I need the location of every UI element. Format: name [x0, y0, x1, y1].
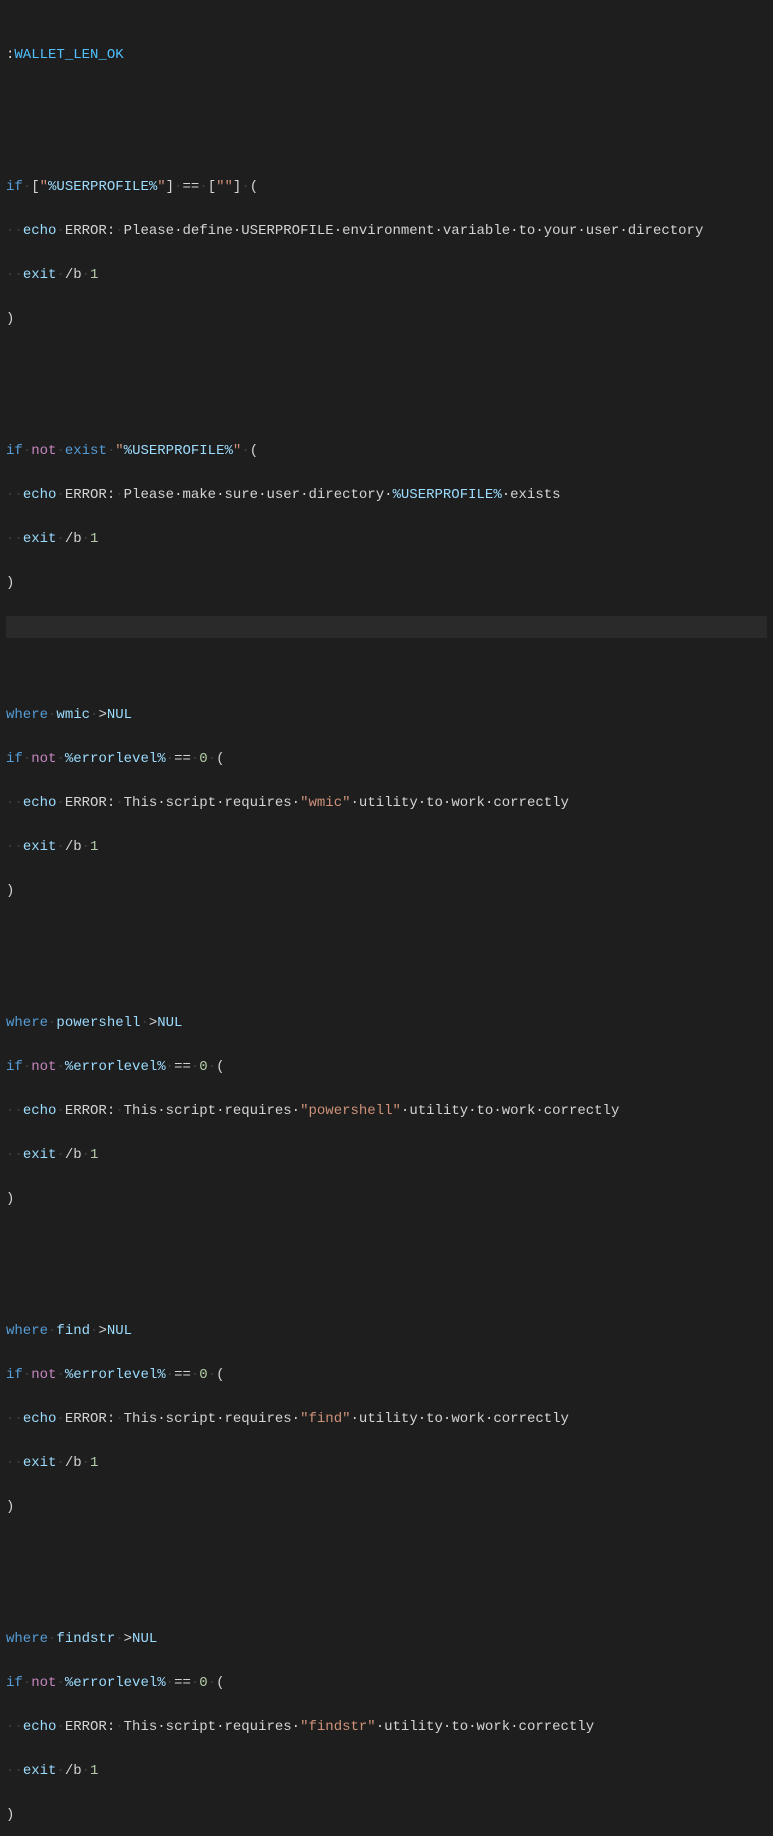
blank-line[interactable] — [6, 1232, 767, 1254]
code-line[interactable]: ··exit·/b·1 — [6, 1760, 767, 1782]
blank-line[interactable] — [6, 88, 767, 110]
code-line[interactable]: ··echo·ERROR:·Please·make·sure·user·dire… — [6, 484, 767, 506]
blank-line[interactable] — [6, 616, 767, 638]
code-line[interactable]: ) — [6, 1188, 767, 1210]
if-keyword: if — [6, 179, 23, 195]
code-line[interactable]: ··echo·ERROR:·This·script·requires·"find… — [6, 1408, 767, 1430]
code-line[interactable]: :WALLET_LEN_OK — [6, 44, 767, 66]
code-line[interactable]: if·["%USERPROFILE%"]·==·[""]·( — [6, 176, 767, 198]
code-line[interactable]: ··exit·/b·1 — [6, 264, 767, 286]
code-line[interactable]: if·not·exist·"%USERPROFILE%"·( — [6, 440, 767, 462]
code-line[interactable]: ) — [6, 572, 767, 594]
code-line[interactable]: ··echo·ERROR:·Please·define·USERPROFILE·… — [6, 220, 767, 242]
code-line[interactable]: ··echo·ERROR:·This·script·requires·"find… — [6, 1716, 767, 1738]
code-line[interactable]: where·findstr·>NUL — [6, 1628, 767, 1650]
code-line[interactable]: ··exit·/b·1 — [6, 1452, 767, 1474]
code-line[interactable]: ··exit·/b·1 — [6, 1144, 767, 1166]
code-line[interactable]: ) — [6, 1804, 767, 1826]
batch-label: WALLET_LEN_OK — [14, 47, 123, 63]
code-line[interactable]: ) — [6, 880, 767, 902]
code-line[interactable]: where·powershell·>NUL — [6, 1012, 767, 1034]
code-line[interactable]: ··echo·ERROR:·This·script·requires·"powe… — [6, 1100, 767, 1122]
blank-line[interactable] — [6, 1540, 767, 1562]
code-editor[interactable]: :WALLET_LEN_OK if·["%USERPROFILE%"]·==·[… — [0, 0, 773, 1836]
code-line[interactable]: if·not·%errorlevel%·==·0·( — [6, 1364, 767, 1386]
code-line[interactable]: if·not·%errorlevel%·==·0·( — [6, 1672, 767, 1694]
code-line[interactable]: if·not·%errorlevel%·==·0·( — [6, 1056, 767, 1078]
code-line[interactable]: if·not·%errorlevel%·==·0·( — [6, 748, 767, 770]
code-line[interactable]: where·find·>NUL — [6, 1320, 767, 1342]
code-line[interactable]: ··exit·/b·1 — [6, 836, 767, 858]
blank-line[interactable] — [6, 352, 767, 374]
blank-line[interactable] — [6, 924, 767, 946]
code-line[interactable]: ··exit·/b·1 — [6, 528, 767, 550]
code-line[interactable]: ··echo·ERROR:·This·script·requires·"wmic… — [6, 792, 767, 814]
code-line[interactable]: ) — [6, 308, 767, 330]
code-line[interactable]: ) — [6, 1496, 767, 1518]
code-line[interactable]: where·wmic·>NUL — [6, 704, 767, 726]
